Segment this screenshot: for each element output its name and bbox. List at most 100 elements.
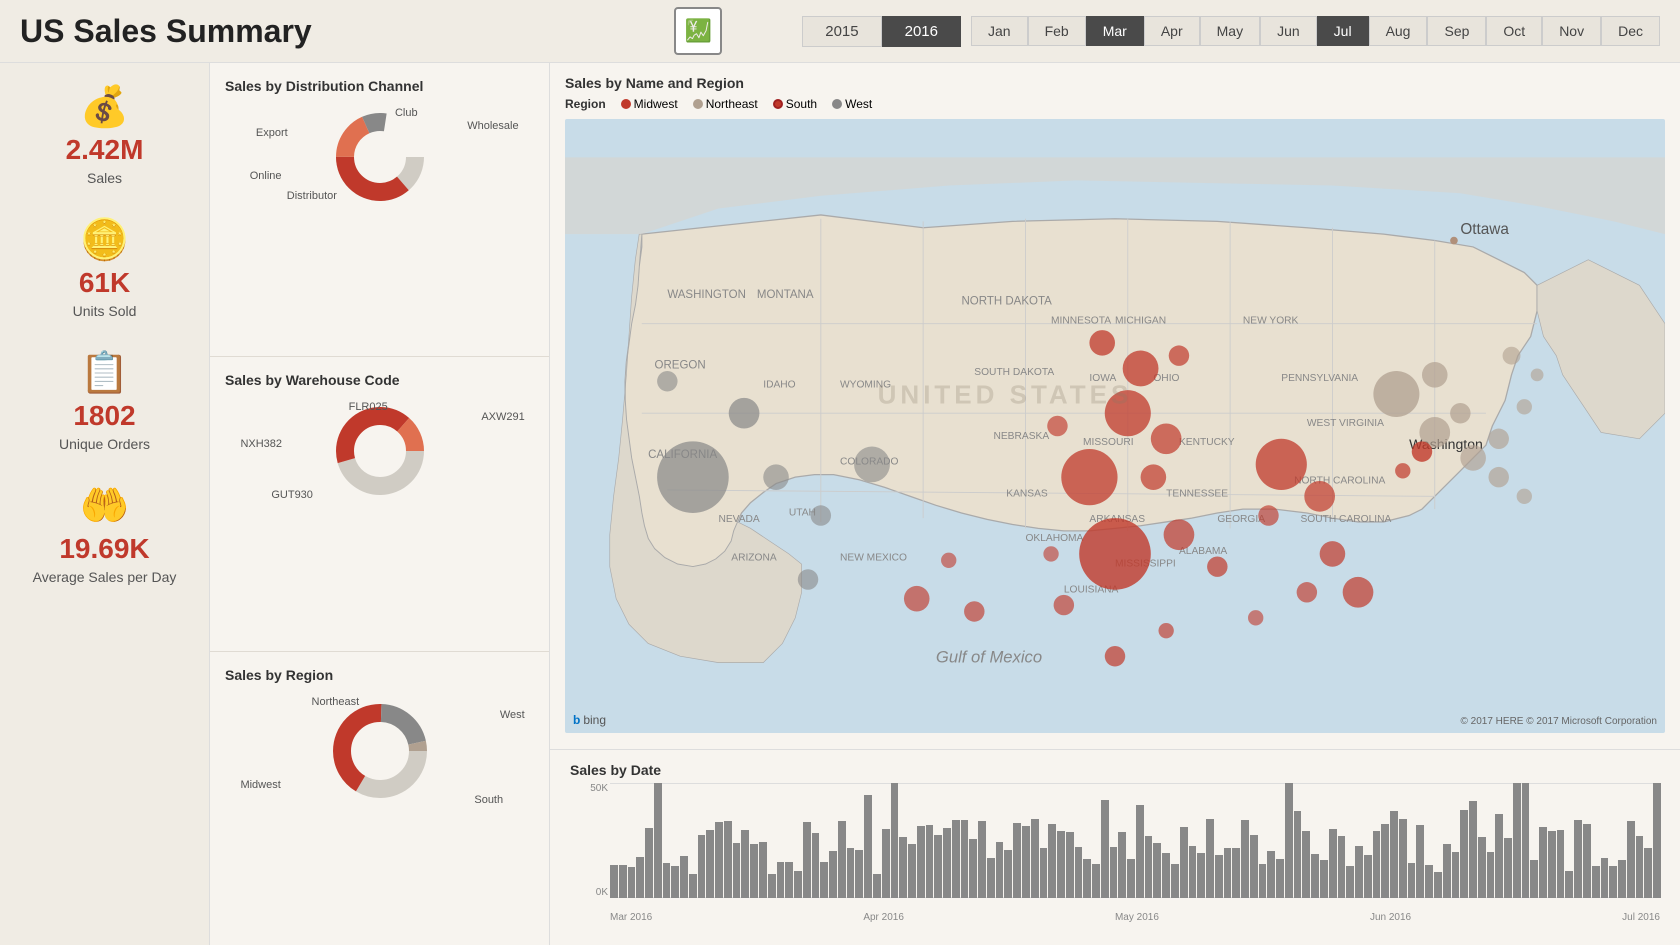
- x-label-mar: Mar 2016: [610, 912, 652, 923]
- bar-44: [996, 842, 1004, 898]
- bar-6: [663, 863, 671, 898]
- bar-48: [1031, 819, 1039, 898]
- svg-text:SOUTH DAKOTA: SOUTH DAKOTA: [974, 367, 1054, 378]
- bar-96: [1452, 852, 1460, 898]
- kpi-value-2: 1802: [73, 400, 135, 432]
- bar-70: [1224, 848, 1232, 898]
- month-btn-oct[interactable]: Oct: [1486, 16, 1542, 46]
- kpi-value-3: 19.69K: [59, 533, 149, 565]
- bar-105: [1530, 860, 1538, 898]
- bar-112: [1592, 866, 1600, 898]
- bar-114: [1609, 866, 1617, 898]
- northeast-dot: [693, 99, 703, 109]
- bar-51: [1057, 831, 1065, 898]
- legend-midwest-label: Midwest: [634, 97, 678, 111]
- month-btn-jun[interactable]: Jun: [1260, 16, 1317, 46]
- kpi-card-2: 📋 1802 Unique Orders: [15, 349, 194, 452]
- bar-72: [1241, 820, 1249, 898]
- svg-text:KANSAS: KANSAS: [1006, 488, 1048, 499]
- bar-115: [1618, 860, 1626, 898]
- svg-text:GEORGIA: GEORGIA: [1217, 514, 1265, 525]
- bar-98: [1469, 801, 1477, 898]
- svg-text:KENTUCKY: KENTUCKY: [1179, 437, 1235, 448]
- kpi-card-0: 💰 2.42M Sales: [15, 83, 194, 186]
- bar-60: [1136, 805, 1144, 898]
- bar-12: [715, 822, 723, 898]
- bar-116: [1627, 821, 1635, 898]
- bottom-section: Sales by Date 50K 0K Mar 2016 Apr 2016 M…: [550, 750, 1680, 945]
- month-btn-apr[interactable]: Apr: [1144, 16, 1200, 46]
- bar-106: [1539, 827, 1547, 898]
- year-btn-2016[interactable]: 2016: [882, 16, 961, 47]
- bar-19: [777, 862, 785, 898]
- bar-80: [1311, 854, 1319, 898]
- bar-95: [1443, 844, 1451, 898]
- bar-2: [628, 867, 636, 898]
- svg-text:SOUTH CAROLINA: SOUTH CAROLINA: [1300, 514, 1391, 525]
- year-filter: 20152016: [802, 16, 961, 47]
- bar-62: [1153, 843, 1161, 898]
- year-btn-2015[interactable]: 2015: [802, 16, 881, 47]
- svg-text:OREGON: OREGON: [655, 359, 706, 371]
- bar-16: [750, 844, 758, 899]
- wh-label-nxh: NXH382: [240, 438, 282, 450]
- bar-14: [733, 843, 741, 898]
- month-btn-dec[interactable]: Dec: [1601, 16, 1660, 46]
- bar-58: [1118, 832, 1126, 898]
- header: US Sales Summary 💹 20152016 JanFebMarApr…: [0, 0, 1680, 63]
- bar-104: [1522, 783, 1530, 898]
- month-filter: JanFebMarAprMayJunJulAugSepOctNovDec: [971, 16, 1660, 46]
- bar-89: [1390, 811, 1398, 898]
- bar-76: [1276, 859, 1284, 898]
- bar-82: [1329, 829, 1337, 898]
- midwest-dot: [621, 99, 631, 109]
- bar-91: [1408, 863, 1416, 898]
- bar-103: [1513, 783, 1521, 898]
- bar-86: [1364, 855, 1372, 898]
- legend-south: South: [773, 97, 817, 111]
- month-btn-nov[interactable]: Nov: [1542, 16, 1601, 46]
- bar-113: [1601, 858, 1609, 898]
- svg-text:OKLAHOMA: OKLAHOMA: [1025, 533, 1083, 544]
- bar-118: [1644, 848, 1652, 898]
- kpi-label-2: Unique Orders: [59, 436, 150, 452]
- dashboard-icon: 💹: [674, 7, 722, 55]
- svg-text:MONTANA: MONTANA: [757, 289, 814, 301]
- bar-97: [1460, 810, 1468, 898]
- map-title: Sales by Name and Region: [565, 75, 1665, 91]
- sidebar: 💰 2.42M Sales 🪙 61K Units Sold 📋 1802 Un…: [0, 63, 210, 945]
- svg-text:IOWA: IOWA: [1089, 373, 1116, 384]
- bar-79: [1302, 831, 1310, 898]
- bar-42: [978, 821, 986, 898]
- wh-label-gut: GUT930: [271, 489, 313, 501]
- svg-text:PENNSYLVANIA: PENNSYLVANIA: [1281, 373, 1358, 384]
- distribution-donut-svg: [330, 107, 430, 207]
- month-btn-aug[interactable]: Aug: [1369, 16, 1428, 46]
- month-btn-may[interactable]: May: [1200, 16, 1260, 46]
- bar-55: [1092, 864, 1100, 898]
- month-btn-feb[interactable]: Feb: [1028, 16, 1086, 46]
- bar-100: [1487, 852, 1495, 898]
- region-chart-section: Sales by Region Northeast West Midwest S…: [210, 652, 549, 945]
- wh-label-axw: AXW291: [481, 411, 524, 423]
- bar-69: [1215, 855, 1223, 898]
- bar-22: [803, 822, 811, 898]
- map-frame[interactable]: Gulf of Mexico: [565, 119, 1665, 733]
- bar-117: [1636, 836, 1644, 898]
- bar-13: [724, 821, 732, 898]
- map-section: Sales by Name and Region Region Midwest …: [550, 63, 1680, 750]
- bar-78: [1294, 811, 1302, 898]
- month-btn-mar[interactable]: Mar: [1086, 16, 1144, 46]
- bar-53: [1075, 847, 1083, 898]
- legend-south-label: South: [786, 97, 817, 111]
- dist-label-online: Online: [250, 170, 282, 182]
- distribution-chart-section: Sales by Distribution Channel Club Expor…: [210, 63, 549, 357]
- month-btn-sep[interactable]: Sep: [1427, 16, 1486, 46]
- month-btn-jul[interactable]: Jul: [1317, 16, 1369, 46]
- month-btn-jan[interactable]: Jan: [971, 16, 1028, 46]
- y-axis-labels: 50K 0K: [570, 783, 608, 898]
- bar-85: [1355, 846, 1363, 898]
- svg-text:NORTH CAROLINA: NORTH CAROLINA: [1294, 476, 1385, 487]
- warehouse-chart-title: Sales by Warehouse Code: [225, 372, 534, 388]
- bar-30: [873, 874, 881, 899]
